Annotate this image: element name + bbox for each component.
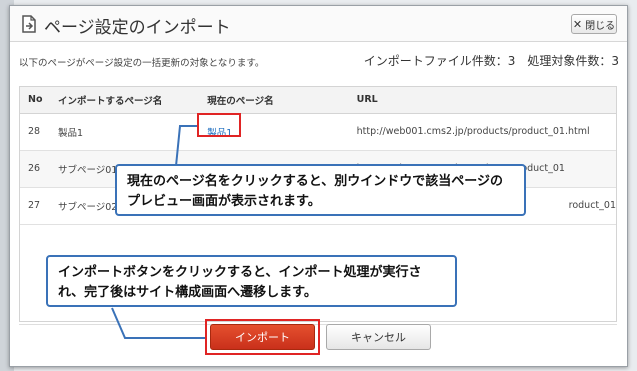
current-page-highlight: [197, 113, 241, 137]
table-row: 28 製品1 製品1 http://web001.cms2.jp/product…: [20, 113, 616, 150]
close-button[interactable]: ✕ 閉じる: [571, 14, 617, 34]
header-current-name: 現在のページ名: [207, 95, 274, 107]
description-text: 以下のページがページ設定の一括更新の対象となります。: [19, 58, 265, 69]
row-no: 27: [28, 200, 41, 211]
row-no: 26: [28, 163, 41, 174]
import-page-icon: [22, 15, 36, 33]
cancel-button[interactable]: キャンセル: [326, 324, 431, 350]
row-no: 28: [28, 126, 41, 137]
close-label: 閉じる: [585, 20, 616, 32]
dialog-title: ページ設定のインポート: [44, 18, 231, 38]
row-import-name: 製品1: [57, 127, 83, 139]
header-import-name: インポートするページ名: [57, 95, 163, 107]
import-summary: インポートファイル件数：3 処理対象件数：3: [363, 54, 619, 68]
import-button-highlight: [205, 319, 320, 355]
dialog-titlebar: ページ設定のインポート ✕ 閉じる: [10, 6, 627, 42]
preview-callout: 現在のページ名をクリックすると、別ウインドウで該当ページのプレビュー画面が表示さ…: [115, 164, 526, 216]
header-url: URL: [356, 94, 378, 106]
import-callout: インポートボタンをクリックすると、インポート処理が実行され、完了後はサイト構成画…: [46, 255, 457, 307]
row-url: http://web001.cms2.jp/products/product_0…: [356, 126, 590, 137]
table-header-row: No インポートするページ名 現在のページ名 URL: [20, 87, 616, 113]
info-row: 以下のページがページ設定の一括更新の対象となります。 インポートファイル件数：3…: [19, 52, 619, 72]
header-no: No: [28, 94, 43, 106]
close-icon: ✕: [572, 17, 583, 31]
